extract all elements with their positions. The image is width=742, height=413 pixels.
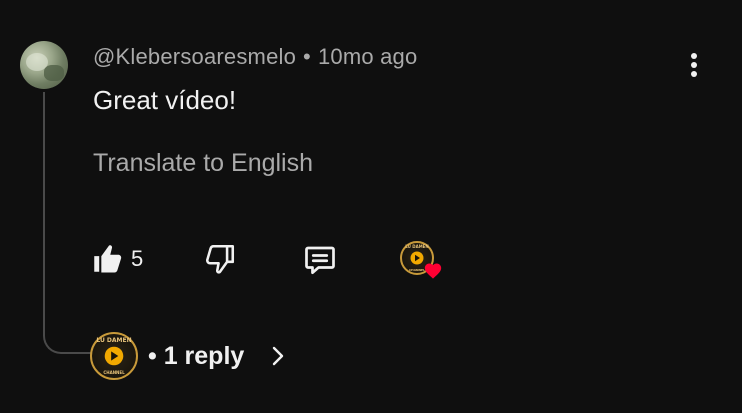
creator-heart-badge: LU DAMEN CHANNEL bbox=[400, 241, 444, 281]
comment-text: Great vídeo! bbox=[93, 85, 237, 115]
reply-play-icon bbox=[104, 346, 124, 366]
reply-logo-top-text: LU DAMEN bbox=[96, 337, 132, 344]
chevron-right-icon bbox=[272, 346, 284, 366]
thumbs-up-filled-icon bbox=[94, 245, 122, 273]
translate-button[interactable]: Translate to English bbox=[93, 149, 313, 178]
thumbs-down-icon bbox=[205, 244, 235, 274]
dislike-button[interactable] bbox=[203, 242, 237, 276]
comment-header: @Klebersoaresmelo • 10mo ago bbox=[93, 44, 417, 70]
reply-author-avatar: LU DAMEN CHANNEL bbox=[90, 332, 138, 380]
creator-heart-icon bbox=[424, 263, 442, 279]
reply-logo-bottom-text: CHANNEL bbox=[103, 370, 125, 375]
header-separator: • bbox=[303, 44, 311, 69]
comment-time[interactable]: 10mo ago bbox=[318, 44, 417, 69]
reply-thread-line bbox=[43, 92, 93, 354]
like-count: 5 bbox=[131, 246, 144, 271]
author-avatar[interactable] bbox=[20, 41, 68, 89]
logo-top-text: LU DAMEN bbox=[405, 244, 429, 249]
like-button[interactable] bbox=[90, 242, 124, 276]
author-name[interactable]: @Klebersoaresmelo bbox=[93, 44, 296, 69]
reply-button[interactable] bbox=[302, 242, 338, 278]
more-vert-icon[interactable] bbox=[682, 50, 706, 80]
replies-count-label[interactable]: • 1 reply bbox=[148, 342, 244, 371]
play-icon bbox=[410, 251, 424, 265]
reply-comment-icon bbox=[305, 246, 335, 275]
